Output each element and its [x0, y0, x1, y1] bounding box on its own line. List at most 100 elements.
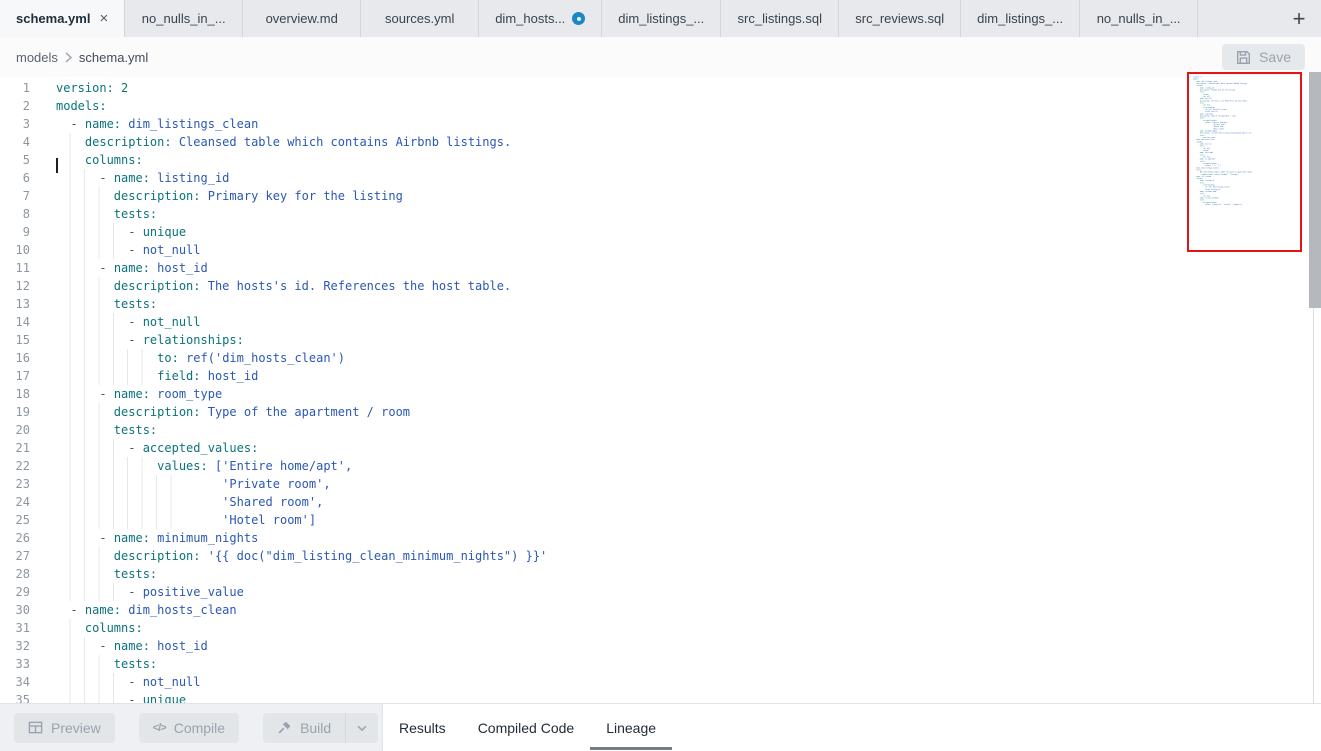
code-line-9[interactable]: 9 - unique [0, 223, 1321, 241]
line-number: 12 [0, 277, 30, 295]
tab-src-reviews-sql[interactable]: src_reviews.sql [839, 0, 961, 37]
code-line-31[interactable]: 31 columns: [0, 619, 1321, 637]
code-line-22[interactable]: 22 values: ['Entire home/apt', [0, 457, 1321, 475]
tab-src-listings-sql[interactable]: src_listings.sql [721, 0, 839, 37]
code-line-3[interactable]: 3 - name: dim_listings_clean [0, 115, 1321, 133]
code-text: models: [30, 97, 1321, 115]
code-text: values: ['Entire home/apt', [30, 457, 1321, 475]
code-line-21[interactable]: 21 - accepted_values: [0, 439, 1321, 457]
line-number: 9 [0, 223, 30, 241]
code-line-18[interactable]: 18 - name: room_type [0, 385, 1321, 403]
code-text: - name: dim_hosts_clean [30, 601, 1321, 619]
code-line-24[interactable]: 24 'Shared room', [0, 493, 1321, 511]
code-line-34[interactable]: 34 - not_null [0, 673, 1321, 691]
code-text: tests: [30, 655, 1321, 673]
line-number: 25 [0, 511, 30, 529]
code-line-4[interactable]: 4 description: Cleansed table which cont… [0, 133, 1321, 151]
close-icon[interactable]: × [99, 10, 108, 27]
code-line-5[interactable]: 5 columns: [0, 151, 1321, 169]
tab-label: no_nulls_in_... [142, 11, 226, 26]
line-number: 22 [0, 457, 30, 475]
code-line-11[interactable]: 11 - name: host_id [0, 259, 1321, 277]
code-line-6[interactable]: 6 - name: listing_id [0, 169, 1321, 187]
code-line-33[interactable]: 33 tests: [0, 655, 1321, 673]
compile-code-icon: </> [153, 722, 166, 734]
tab-dim-hosts[interactable]: dim_hosts... [479, 0, 602, 37]
code-line-23[interactable]: 23 'Private room', [0, 475, 1321, 493]
preview-button[interactable]: Preview [14, 713, 115, 743]
code-line-12[interactable]: 12 description: The hosts's id. Referenc… [0, 277, 1321, 295]
line-number: 10 [0, 241, 30, 259]
code-line-60[interactable]: values: ['positive', 'neutral', 'negativ… [1193, 203, 1260, 205]
code-line-29[interactable]: 29 - positive_value [0, 583, 1321, 601]
tab-no-nulls-in[interactable]: no_nulls_in_... [1080, 0, 1198, 37]
code-text: description: Type of the apartment / roo… [30, 403, 1321, 421]
tab-sources-yml[interactable]: sources.yml [361, 0, 479, 37]
breadcrumb: models schema.yml [16, 50, 148, 65]
tab-overview-md[interactable]: overview.md [243, 0, 361, 37]
tab-no-nulls-in[interactable]: no_nulls_in_... [125, 0, 243, 37]
code-line-20[interactable]: 20 tests: [0, 421, 1321, 439]
code-text: 'Shared room', [30, 493, 1321, 511]
breadcrumb-folder[interactable]: models [16, 50, 58, 65]
code-line-1[interactable]: 1version: 2 [0, 79, 1321, 97]
panel-tab-lineage[interactable]: Lineage [590, 704, 672, 751]
code-text: columns: [30, 151, 1321, 169]
line-number: 33 [0, 655, 30, 673]
tab-dim-listings[interactable]: dim_listings_... [961, 0, 1080, 37]
code-text: version: 2 [30, 79, 1321, 97]
editor-scrollbar[interactable] [1308, 72, 1321, 703]
new-tab-button[interactable]: + [1285, 5, 1313, 33]
code-line-7[interactable]: 7 description: Primary key for the listi… [0, 187, 1321, 205]
tab-label: src_reviews.sql [855, 11, 944, 26]
breadcrumb-file: schema.yml [79, 50, 148, 65]
line-number: 19 [0, 403, 30, 421]
code-line-13[interactable]: 13 tests: [0, 295, 1321, 313]
code-text: - relationships: [30, 331, 1321, 349]
tab-schema-yml[interactable]: schema.yml× [0, 0, 125, 37]
code-text: tests: [30, 421, 1321, 439]
tab-label: dim_listings_... [618, 11, 704, 26]
code-text: 'Hotel room'] [30, 511, 1321, 529]
code-text: - name: dim_listings_clean [30, 115, 1321, 133]
code-line-26[interactable]: 26 - name: minimum_nights [0, 529, 1321, 547]
code-text: tests: [30, 295, 1321, 313]
code-line-19[interactable]: 19 description: Type of the apartment / … [0, 403, 1321, 421]
code-line-17[interactable]: 17 field: host_id [0, 367, 1321, 385]
save-button[interactable]: Save [1222, 44, 1305, 70]
code-line-25[interactable]: 25 'Hotel room'] [0, 511, 1321, 529]
code-line-8[interactable]: 8 tests: [0, 205, 1321, 223]
build-button[interactable]: Build [263, 713, 345, 743]
code-text: columns: [30, 619, 1321, 637]
code-editor[interactable]: 1version: 22models:3 - name: dim_listing… [0, 77, 1321, 703]
tab-label: no_nulls_in_... [1097, 11, 1181, 26]
code-line-28[interactable]: 28 tests: [0, 565, 1321, 583]
line-number: 13 [0, 295, 30, 313]
compile-button[interactable]: </>Compile [139, 713, 239, 743]
line-number: 30 [0, 601, 30, 619]
minimap-code: version: 2models: - name: dim_listings_c… [1193, 76, 1260, 206]
code-line-15[interactable]: 15 - relationships: [0, 331, 1321, 349]
line-number: 23 [0, 475, 30, 493]
code-line-16[interactable]: 16 to: ref('dim_hosts_clean') [0, 349, 1321, 367]
code-line-32[interactable]: 32 - name: host_id [0, 637, 1321, 655]
code-line-14[interactable]: 14 - not_null [0, 313, 1321, 331]
code-line-30[interactable]: 30 - name: dim_hosts_clean [0, 601, 1321, 619]
build-dropdown-button[interactable] [345, 713, 378, 743]
minimap[interactable]: version: 2models: - name: dim_listings_c… [1187, 72, 1302, 252]
action-buttons: Preview </>Compile Build [0, 704, 383, 751]
editor-header: models schema.yml Save [0, 37, 1321, 77]
line-number: 14 [0, 313, 30, 331]
code-line-27[interactable]: 27 description: '{{ doc("dim_listing_cle… [0, 547, 1321, 565]
save-button-label: Save [1259, 49, 1291, 65]
line-number: 4 [0, 133, 30, 151]
panel-tab-results[interactable]: Results [383, 704, 462, 751]
scrollbar-thumb[interactable] [1309, 72, 1321, 308]
panel-tab-compiled-code[interactable]: Compiled Code [462, 704, 591, 751]
code-line-10[interactable]: 10 - not_null [0, 241, 1321, 259]
tab-dim-listings[interactable]: dim_listings_... [602, 0, 721, 37]
code-text: - positive_value [30, 583, 1321, 601]
code-line-2[interactable]: 2models: [0, 97, 1321, 115]
code-line-35[interactable]: 35 - unique [0, 691, 1321, 703]
build-hammer-icon [277, 720, 292, 735]
